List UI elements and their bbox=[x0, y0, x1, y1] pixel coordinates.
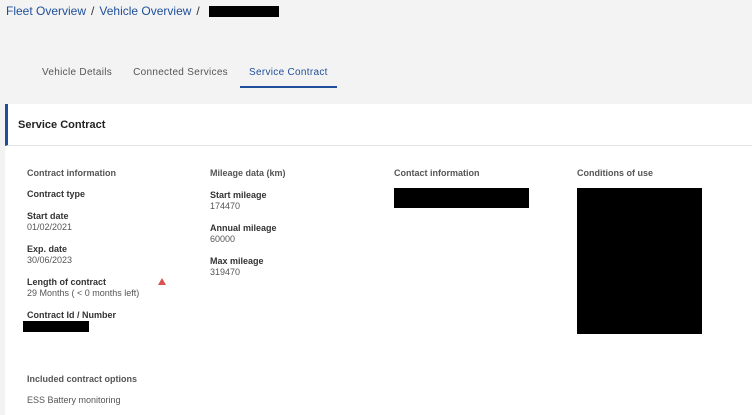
warning-triangle-icon bbox=[158, 278, 166, 285]
max-mileage-label: Max mileage bbox=[210, 256, 264, 266]
contract-id-redacted bbox=[23, 321, 89, 332]
breadcrumb-separator: / bbox=[91, 4, 95, 18]
breadcrumb-separator: / bbox=[196, 4, 200, 18]
contact-heading: Contact information bbox=[394, 168, 480, 178]
breadcrumb: Fleet Overview / Vehicle Overview / bbox=[6, 4, 279, 18]
mileage-column: Mileage data (km) Start mileage 174470 A… bbox=[210, 168, 360, 289]
breadcrumb-vehicle-overview[interactable]: Vehicle Overview bbox=[99, 4, 191, 18]
tab-connected-services[interactable]: Connected Services bbox=[133, 67, 228, 88]
breadcrumb-vehicle-id-redacted bbox=[208, 5, 279, 17]
start-date-label: Start date bbox=[27, 211, 69, 221]
option-ess-battery: ESS Battery monitoring bbox=[27, 395, 121, 405]
tab-bar: Vehicle Details Connected Services Servi… bbox=[42, 67, 358, 88]
panel-title: Service Contract bbox=[5, 104, 752, 146]
start-mileage-value: 174470 bbox=[210, 201, 241, 211]
tab-vehicle-details[interactable]: Vehicle Details bbox=[42, 67, 112, 88]
included-options-heading: Included contract options bbox=[27, 374, 138, 384]
contract-info-heading: Contract information bbox=[27, 168, 116, 178]
included-options-section: Included contract options ESS Battery mo… bbox=[27, 374, 137, 406]
contact-column: Contact information bbox=[394, 168, 544, 210]
tab-service-contract[interactable]: Service Contract bbox=[240, 67, 337, 88]
start-mileage-label: Start mileage bbox=[210, 190, 267, 200]
conditions-heading: Conditions of use bbox=[577, 168, 653, 178]
exp-date-value: 30/06/2023 bbox=[27, 255, 73, 265]
exp-date-label: Exp. date bbox=[27, 244, 68, 254]
annual-mileage-value: 60000 bbox=[210, 234, 236, 244]
conditions-column: Conditions of use bbox=[577, 168, 737, 336]
contract-length-value: 29 Months ( < 0 months left) bbox=[27, 288, 140, 298]
contract-type-label: Contract type bbox=[27, 189, 86, 199]
contract-id-label: Contract Id / Number bbox=[27, 310, 117, 320]
service-contract-panel: Service Contract Contract information Co… bbox=[5, 104, 752, 415]
contract-info-column: Contract information Contract type Start… bbox=[23, 168, 187, 345]
start-date-value: 01/02/2021 bbox=[27, 222, 73, 232]
breadcrumb-fleet-overview[interactable]: Fleet Overview bbox=[6, 4, 86, 18]
mileage-heading: Mileage data (km) bbox=[210, 168, 286, 178]
conditions-redacted bbox=[577, 188, 702, 334]
max-mileage-value: 319470 bbox=[210, 267, 241, 277]
annual-mileage-label: Annual mileage bbox=[210, 223, 277, 233]
contact-info-redacted bbox=[394, 188, 529, 208]
